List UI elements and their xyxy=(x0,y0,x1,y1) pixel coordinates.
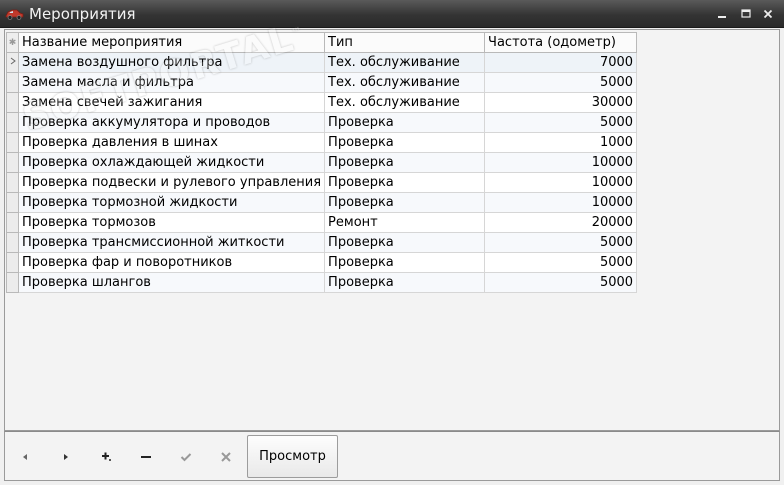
cell-name[interactable]: Проверка аккумулятора и проводов xyxy=(17,112,326,133)
table-row[interactable]: Замена масла и фильтра Тех. обслуживание 5… xyxy=(6,72,638,93)
row-selector[interactable] xyxy=(6,132,19,153)
cell-frequency[interactable]: 5000 xyxy=(484,112,638,133)
cell-type[interactable]: Проверка xyxy=(324,112,486,133)
cell-frequency[interactable]: 5000 xyxy=(484,272,638,293)
row-selector[interactable] xyxy=(6,232,19,253)
next-icon[interactable] xyxy=(51,442,81,472)
cell-name[interactable]: Замена масла и фильтра xyxy=(17,72,326,93)
column-header-name[interactable]: Название мероприятия xyxy=(17,32,326,53)
row-selector[interactable] xyxy=(6,112,19,133)
cell-name[interactable]: Проверка подвески и рулевого управления xyxy=(17,172,326,193)
cell-type[interactable]: Проверка xyxy=(324,172,486,193)
window-title: Мероприятия xyxy=(29,5,136,23)
events-grid[interactable]: ✱ Название мероприятия Тип Частота (одом… xyxy=(6,32,638,293)
cell-type[interactable]: Проверка xyxy=(324,132,486,153)
cell-frequency[interactable]: 10000 xyxy=(484,192,638,213)
cell-frequency[interactable]: 7000 xyxy=(484,52,638,73)
minimize-icon[interactable] xyxy=(712,5,732,23)
cell-name[interactable]: Проверка трансмиссионной житкости xyxy=(17,232,326,253)
cell-type[interactable]: Проверка xyxy=(324,252,486,273)
cell-name[interactable]: Проверка тормозной жидкости xyxy=(17,192,326,213)
row-selector[interactable] xyxy=(6,152,19,173)
cell-name[interactable]: Проверка шлангов xyxy=(17,272,326,293)
navigator-bar: Просмотр xyxy=(4,431,780,481)
car-icon xyxy=(4,7,24,21)
column-header-frequency[interactable]: Частота (одометр) xyxy=(484,32,638,53)
table-row[interactable]: Замена воздушного фильтра Тех. обслуживан… xyxy=(6,52,638,73)
table-row[interactable]: Замена свечей зажигания Тех. обслуживание… xyxy=(6,92,638,113)
table-row[interactable]: Проверка тормозов Ремонт 20000 xyxy=(6,212,638,233)
row-selector[interactable] xyxy=(6,252,19,273)
cell-name[interactable]: Проверка охлаждающей жидкости xyxy=(17,152,326,173)
cell-type[interactable]: Тех. обслуживание xyxy=(324,52,486,73)
row-selector[interactable] xyxy=(6,92,19,113)
table-row[interactable]: Проверка шлангов Проверка 5000 xyxy=(6,272,638,293)
table-row[interactable]: Проверка давления в шинах Проверка 1000 xyxy=(6,132,638,153)
remove-icon[interactable] xyxy=(131,442,161,472)
cell-type[interactable]: Тех. обслуживание xyxy=(324,92,486,113)
cell-name[interactable]: Замена свечей зажигания xyxy=(17,92,326,113)
confirm-icon[interactable] xyxy=(171,442,201,472)
current-row-indicator-icon[interactable] xyxy=(6,52,19,73)
table-row[interactable]: Проверка аккумулятора и проводов Проверка… xyxy=(6,112,638,133)
title-bar: Мероприятия xyxy=(0,0,784,28)
cell-frequency[interactable]: 10000 xyxy=(484,172,638,193)
table-row[interactable]: Проверка трансмиссионной житкости Проверк… xyxy=(6,232,638,253)
cell-type[interactable]: Тех. обслуживание xyxy=(324,72,486,93)
cell-name[interactable]: Проверка фар и поворотников xyxy=(17,252,326,273)
table-row[interactable]: Проверка охлаждающей жидкости Проверка 100… xyxy=(6,152,638,173)
table-row[interactable]: Проверка фар и поворотников Проверка 5000 xyxy=(6,252,638,273)
row-selector[interactable] xyxy=(6,172,19,193)
cell-frequency[interactable]: 30000 xyxy=(484,92,638,113)
row-selector[interactable] xyxy=(6,192,19,213)
cell-frequency[interactable]: 5000 xyxy=(484,232,638,253)
cell-frequency[interactable]: 5000 xyxy=(484,252,638,273)
row-selector[interactable] xyxy=(6,272,19,293)
cell-type[interactable]: Ремонт xyxy=(324,212,486,233)
cell-name[interactable]: Проверка давления в шинах xyxy=(17,132,326,153)
cell-type[interactable]: Проверка xyxy=(324,152,486,173)
cell-frequency[interactable]: 1000 xyxy=(484,132,638,153)
grid-panel: ✱ Название мероприятия Тип Частота (одом… xyxy=(4,18,780,431)
row-selector[interactable] xyxy=(6,72,19,93)
cell-type[interactable]: Проверка xyxy=(324,272,486,293)
column-header-type[interactable]: Тип xyxy=(324,32,486,53)
cell-name[interactable]: Проверка тормозов xyxy=(17,212,326,233)
maximize-icon[interactable] xyxy=(736,5,756,23)
cancel-icon[interactable] xyxy=(211,442,241,472)
cell-frequency[interactable]: 10000 xyxy=(484,152,638,173)
prev-icon[interactable] xyxy=(10,442,40,472)
cell-frequency[interactable]: 5000 xyxy=(484,72,638,93)
view-button[interactable]: Просмотр xyxy=(247,435,338,478)
cell-type[interactable]: Проверка xyxy=(324,232,486,253)
table-row[interactable]: Проверка подвески и рулевого управления П… xyxy=(6,172,638,193)
select-all-icon[interactable]: ✱ xyxy=(6,32,19,53)
cell-type[interactable]: Проверка xyxy=(324,192,486,213)
cell-frequency[interactable]: 20000 xyxy=(484,212,638,233)
add-icon[interactable] xyxy=(91,442,121,472)
close-icon[interactable] xyxy=(758,5,778,23)
cell-name[interactable]: Замена воздушного фильтра xyxy=(17,52,326,73)
row-selector[interactable] xyxy=(6,212,19,233)
table-row[interactable]: Проверка тормозной жидкости Проверка 10000 xyxy=(6,192,638,213)
